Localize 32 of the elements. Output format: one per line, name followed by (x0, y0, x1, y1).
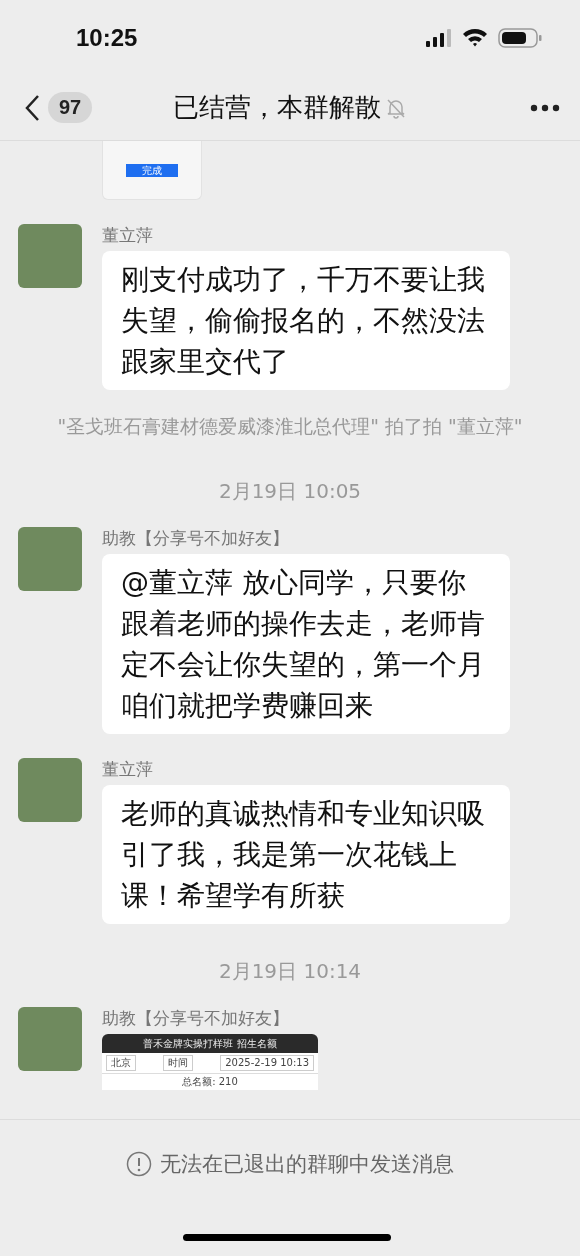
total-text: 总名额: 210 (182, 1076, 238, 1087)
battery-icon (498, 27, 542, 48)
table-cell: 2025-2-19 10:13 (220, 1055, 314, 1071)
done-button: 完成 (126, 163, 178, 177)
wifi-icon (462, 28, 488, 47)
exclamation-icon (126, 1151, 152, 1177)
avatar-photo-placeholder[interactable] (18, 758, 82, 822)
chevron-left-icon (24, 93, 40, 122)
message-bubble[interactable]: 老师的真诚热情和专业知识吸引了我，我是第一次花钱上课！希望学有所获 (102, 785, 510, 924)
home-indicator[interactable] (183, 1234, 391, 1241)
signal-icon (426, 28, 452, 47)
message-bubble[interactable]: @董立萍 放心同学，只要你跟着老师的操作去走，老师肯定不会让你失望的，第一个月咱们就把学费赚回来 (102, 554, 510, 734)
table-cell: 北京 (106, 1055, 136, 1071)
sender-name: 董立萍 (102, 758, 153, 781)
avatar-photo-placeholder[interactable] (18, 224, 82, 288)
avatar-photo-placeholder[interactable] (18, 1007, 82, 1071)
image-message[interactable]: 完成 (102, 141, 202, 200)
status-time: 10:25 (76, 23, 138, 52)
timestamp: 2月19日 10:14 (218, 958, 362, 985)
sender-name: 助教【分享号不加好友】 (102, 527, 289, 550)
system-message: "圣戈班石膏建材德爱威漆淮北总代理" 拍了拍 "董立萍" (57, 414, 523, 439)
table-title: 普禾金牌实操打样班 招生名额 (102, 1034, 318, 1053)
sender-name: 助教【分享号不加好友】 (102, 1007, 289, 1030)
notice-text: 无法在已退出的群聊中发送消息 (160, 1151, 454, 1178)
more-icon (530, 104, 560, 112)
timestamp: 2月19日 10:05 (218, 478, 362, 505)
message-bubble[interactable]: 刚支付成功了，千万不要让我失望，偷偷报名的，不然没法跟家里交代了 (102, 251, 510, 390)
sender-name: 董立萍 (102, 224, 153, 247)
image-message[interactable]: 普禾金牌实操打样班 招生名额 北京 时间 2025-2-19 10:13 总名额: 210 (102, 1034, 318, 1090)
avatar-photo-placeholder[interactable] (18, 527, 82, 591)
chat-title: 已结营，本群解散 (173, 91, 381, 124)
table-cell: 时间 (163, 1055, 194, 1071)
